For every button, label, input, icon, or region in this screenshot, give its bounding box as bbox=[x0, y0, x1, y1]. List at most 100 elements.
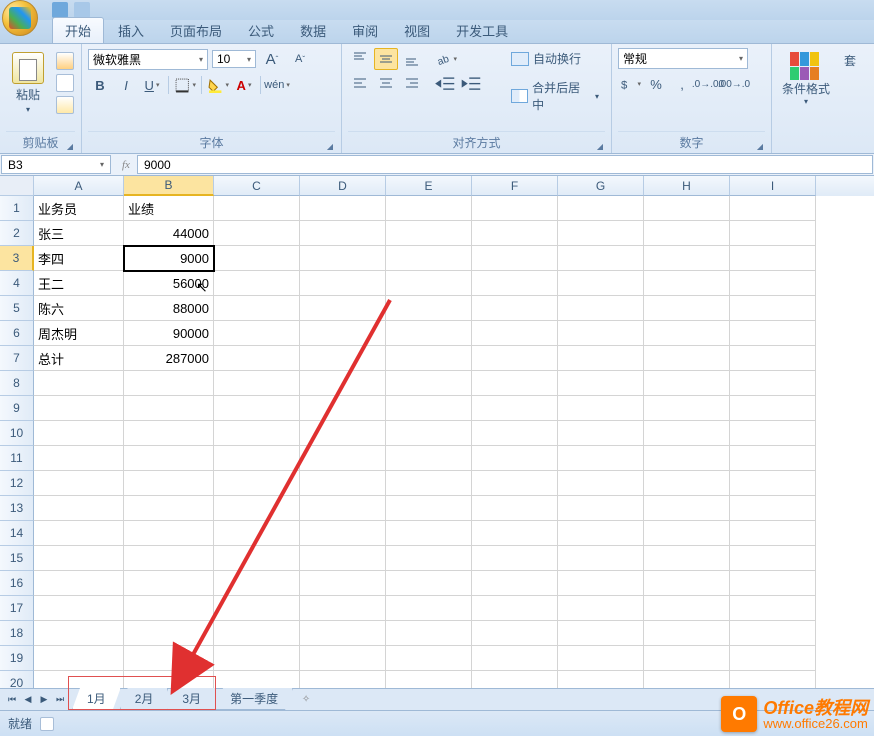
cell-B4[interactable]: 56000 bbox=[124, 271, 214, 296]
cell-D16[interactable] bbox=[300, 571, 386, 596]
cell-E1[interactable] bbox=[386, 196, 472, 221]
number-format-combo[interactable]: 常规▾ bbox=[618, 48, 748, 69]
cell-A5[interactable]: 陈六 bbox=[34, 296, 124, 321]
sheet-tab-3月[interactable]: 3月 bbox=[167, 688, 216, 710]
wrap-text-button[interactable]: 自动换行 bbox=[505, 48, 605, 69]
format-table-button[interactable]: 套 bbox=[840, 48, 860, 73]
cell-D4[interactable] bbox=[300, 271, 386, 296]
italic-button[interactable]: I bbox=[114, 74, 138, 96]
cell-G16[interactable] bbox=[558, 571, 644, 596]
cell-D19[interactable] bbox=[300, 646, 386, 671]
increase-indent-button[interactable] bbox=[460, 74, 484, 96]
cell-C8[interactable] bbox=[214, 371, 300, 396]
row-header-6[interactable]: 6 bbox=[0, 321, 34, 346]
cell-B13[interactable] bbox=[124, 496, 214, 521]
cell-D5[interactable] bbox=[300, 296, 386, 321]
align-top-button[interactable] bbox=[348, 48, 372, 70]
cell-H2[interactable] bbox=[644, 221, 730, 246]
cell-G1[interactable] bbox=[558, 196, 644, 221]
cell-E4[interactable] bbox=[386, 271, 472, 296]
cell-B18[interactable] bbox=[124, 621, 214, 646]
align-left-button[interactable] bbox=[348, 72, 372, 94]
cell-A9[interactable] bbox=[34, 396, 124, 421]
cell-A6[interactable]: 周杰明 bbox=[34, 321, 124, 346]
column-headers[interactable]: ABCDEFGHI bbox=[34, 176, 874, 196]
cell-A2[interactable]: 张三 bbox=[34, 221, 124, 246]
cell-F16[interactable] bbox=[472, 571, 558, 596]
row-header-3[interactable]: 3 bbox=[0, 246, 34, 271]
cell-A18[interactable] bbox=[34, 621, 124, 646]
row-header-7[interactable]: 7 bbox=[0, 346, 34, 371]
format-painter-icon[interactable] bbox=[56, 96, 74, 114]
cell-A10[interactable] bbox=[34, 421, 124, 446]
cell-G15[interactable] bbox=[558, 546, 644, 571]
cell-B3[interactable]: 9000 bbox=[124, 246, 214, 271]
sheet-tab-1月[interactable]: 1月 bbox=[72, 688, 121, 710]
cell-H4[interactable] bbox=[644, 271, 730, 296]
cell-A14[interactable] bbox=[34, 521, 124, 546]
col-header-G[interactable]: G bbox=[558, 176, 644, 196]
cell-A4[interactable]: 王二 bbox=[34, 271, 124, 296]
cell-B10[interactable] bbox=[124, 421, 214, 446]
cell-I14[interactable] bbox=[730, 521, 816, 546]
cell-A7[interactable]: 总计 bbox=[34, 346, 124, 371]
sheet-nav-next[interactable]: ▶ bbox=[36, 692, 52, 708]
sheet-tab-2月[interactable]: 2月 bbox=[120, 688, 169, 710]
cell-F19[interactable] bbox=[472, 646, 558, 671]
sheet-nav-first[interactable]: ⏮ bbox=[4, 692, 20, 708]
increase-decimal-button[interactable]: .0→.00 bbox=[696, 73, 720, 95]
cell-E10[interactable] bbox=[386, 421, 472, 446]
tab-review[interactable]: 审阅 bbox=[340, 18, 390, 43]
cell-G2[interactable] bbox=[558, 221, 644, 246]
font-name-combo[interactable]: 微软雅黑▾ bbox=[88, 49, 208, 70]
col-header-I[interactable]: I bbox=[730, 176, 816, 196]
grow-font-button[interactable]: Aˆ bbox=[260, 48, 284, 70]
cell-F11[interactable] bbox=[472, 446, 558, 471]
tab-view[interactable]: 视图 bbox=[392, 18, 442, 43]
underline-button[interactable]: U bbox=[140, 74, 164, 96]
cell-B15[interactable] bbox=[124, 546, 214, 571]
cell-G5[interactable] bbox=[558, 296, 644, 321]
cell-G11[interactable] bbox=[558, 446, 644, 471]
align-center-button[interactable] bbox=[374, 72, 398, 94]
row-header-15[interactable]: 15 bbox=[0, 546, 34, 571]
conditional-format-button[interactable]: 条件格式▾ bbox=[778, 48, 834, 110]
cell-F3[interactable] bbox=[472, 246, 558, 271]
cell-B17[interactable] bbox=[124, 596, 214, 621]
cell-I3[interactable] bbox=[730, 246, 816, 271]
merge-center-button[interactable]: 合并后居中▾ bbox=[505, 77, 605, 115]
cell-H18[interactable] bbox=[644, 621, 730, 646]
cell-F4[interactable] bbox=[472, 271, 558, 296]
cell-E5[interactable] bbox=[386, 296, 472, 321]
cell-C11[interactable] bbox=[214, 446, 300, 471]
cell-H16[interactable] bbox=[644, 571, 730, 596]
cell-D12[interactable] bbox=[300, 471, 386, 496]
cell-G3[interactable] bbox=[558, 246, 644, 271]
cell-C12[interactable] bbox=[214, 471, 300, 496]
cell-H8[interactable] bbox=[644, 371, 730, 396]
qat-save-icon[interactable] bbox=[52, 2, 68, 18]
cell-A12[interactable] bbox=[34, 471, 124, 496]
cell-B5[interactable]: 88000 bbox=[124, 296, 214, 321]
cell-C16[interactable] bbox=[214, 571, 300, 596]
cell-B19[interactable] bbox=[124, 646, 214, 671]
shrink-font-button[interactable]: Aˇ bbox=[288, 48, 312, 70]
cell-G10[interactable] bbox=[558, 421, 644, 446]
cell-D8[interactable] bbox=[300, 371, 386, 396]
cell-I17[interactable] bbox=[730, 596, 816, 621]
align-right-button[interactable] bbox=[400, 72, 424, 94]
cell-A16[interactable] bbox=[34, 571, 124, 596]
cell-H11[interactable] bbox=[644, 446, 730, 471]
office-button[interactable] bbox=[2, 0, 38, 36]
row-header-4[interactable]: 4 bbox=[0, 271, 34, 296]
cell-E8[interactable] bbox=[386, 371, 472, 396]
cell-B12[interactable] bbox=[124, 471, 214, 496]
col-header-F[interactable]: F bbox=[472, 176, 558, 196]
cell-H17[interactable] bbox=[644, 596, 730, 621]
cell-F5[interactable] bbox=[472, 296, 558, 321]
cell-H6[interactable] bbox=[644, 321, 730, 346]
orientation-button[interactable]: ab bbox=[434, 48, 458, 70]
percent-button[interactable]: % bbox=[644, 73, 668, 95]
cell-D15[interactable] bbox=[300, 546, 386, 571]
cell-A11[interactable] bbox=[34, 446, 124, 471]
